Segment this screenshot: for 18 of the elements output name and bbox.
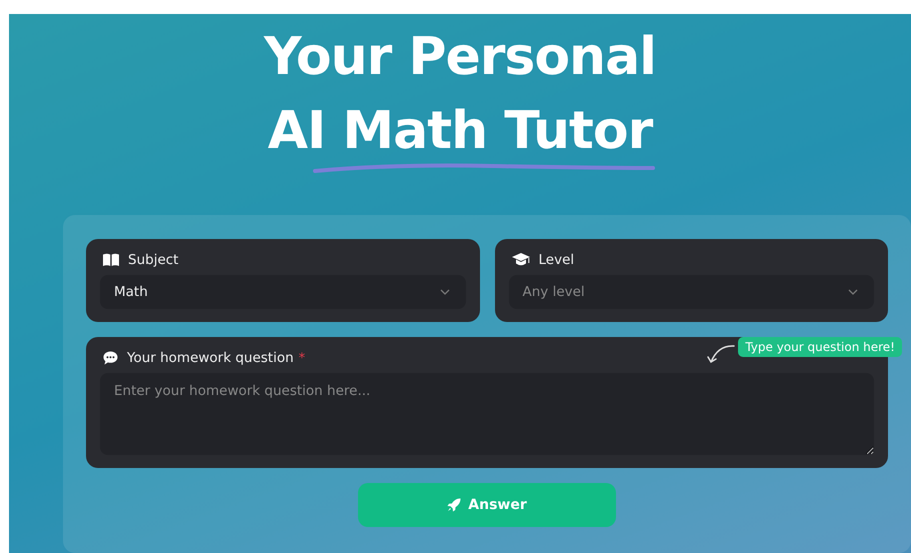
question-input[interactable]: Enter your homework question here... <box>100 373 874 455</box>
answer-button[interactable]: Answer <box>358 483 616 527</box>
curved-arrow-icon <box>706 343 736 365</box>
required-asterisk: * <box>298 350 306 366</box>
book-icon <box>103 253 119 267</box>
chevron-down-icon <box>440 289 450 295</box>
field-label: Subject <box>128 252 178 268</box>
field-label: Your homework question <box>127 350 294 366</box>
chat-bubble-icon <box>103 351 118 365</box>
dropdown[interactable]: Math <box>100 275 466 309</box>
hint-badge: Type your question here! <box>738 337 902 357</box>
rocket-icon <box>447 498 462 512</box>
chevron-down-icon <box>848 289 858 295</box>
field-label: Level <box>538 252 574 268</box>
dropdown[interactable]: Any level <box>508 275 874 309</box>
headline: Your Personal <box>264 26 656 89</box>
graduation-cap-icon <box>512 253 530 267</box>
headline: AI Math Tutor <box>268 100 652 163</box>
